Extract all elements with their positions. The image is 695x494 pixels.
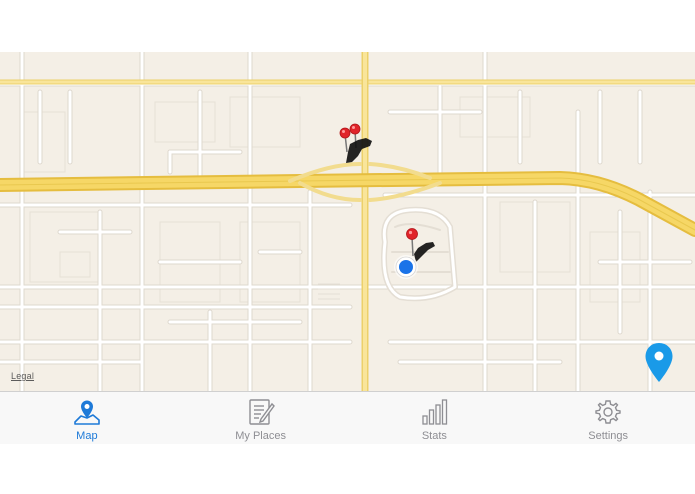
gear-icon xyxy=(595,400,621,424)
tab-map[interactable]: Map xyxy=(0,392,174,444)
map-streets xyxy=(0,52,695,391)
tab-settings-label: Settings xyxy=(588,430,628,442)
legal-link[interactable]: Legal xyxy=(11,371,34,381)
redaction-mark xyxy=(346,138,372,163)
tab-stats[interactable]: Stats xyxy=(348,392,522,444)
map-icon xyxy=(74,400,100,425)
tab-bar: Map My Places Stats Settings xyxy=(0,391,695,444)
red-pin-icon xyxy=(339,127,351,153)
blue-place-marker[interactable] xyxy=(644,342,674,384)
tab-my-places-label: My Places xyxy=(235,430,286,442)
notepad-icon xyxy=(248,399,275,425)
user-location-dot[interactable] xyxy=(392,253,420,281)
tab-stats-label: Stats xyxy=(421,430,447,442)
location-dot-icon xyxy=(399,260,413,274)
map-view[interactable]: Legal xyxy=(0,52,695,391)
bar-chart-icon xyxy=(422,399,448,425)
red-pin-cluster[interactable] xyxy=(336,122,378,168)
tab-settings[interactable]: Settings xyxy=(521,392,695,444)
map-marker-icon xyxy=(645,343,673,382)
tab-my-places[interactable]: My Places xyxy=(174,392,348,444)
tab-map-label: Map xyxy=(76,430,98,442)
